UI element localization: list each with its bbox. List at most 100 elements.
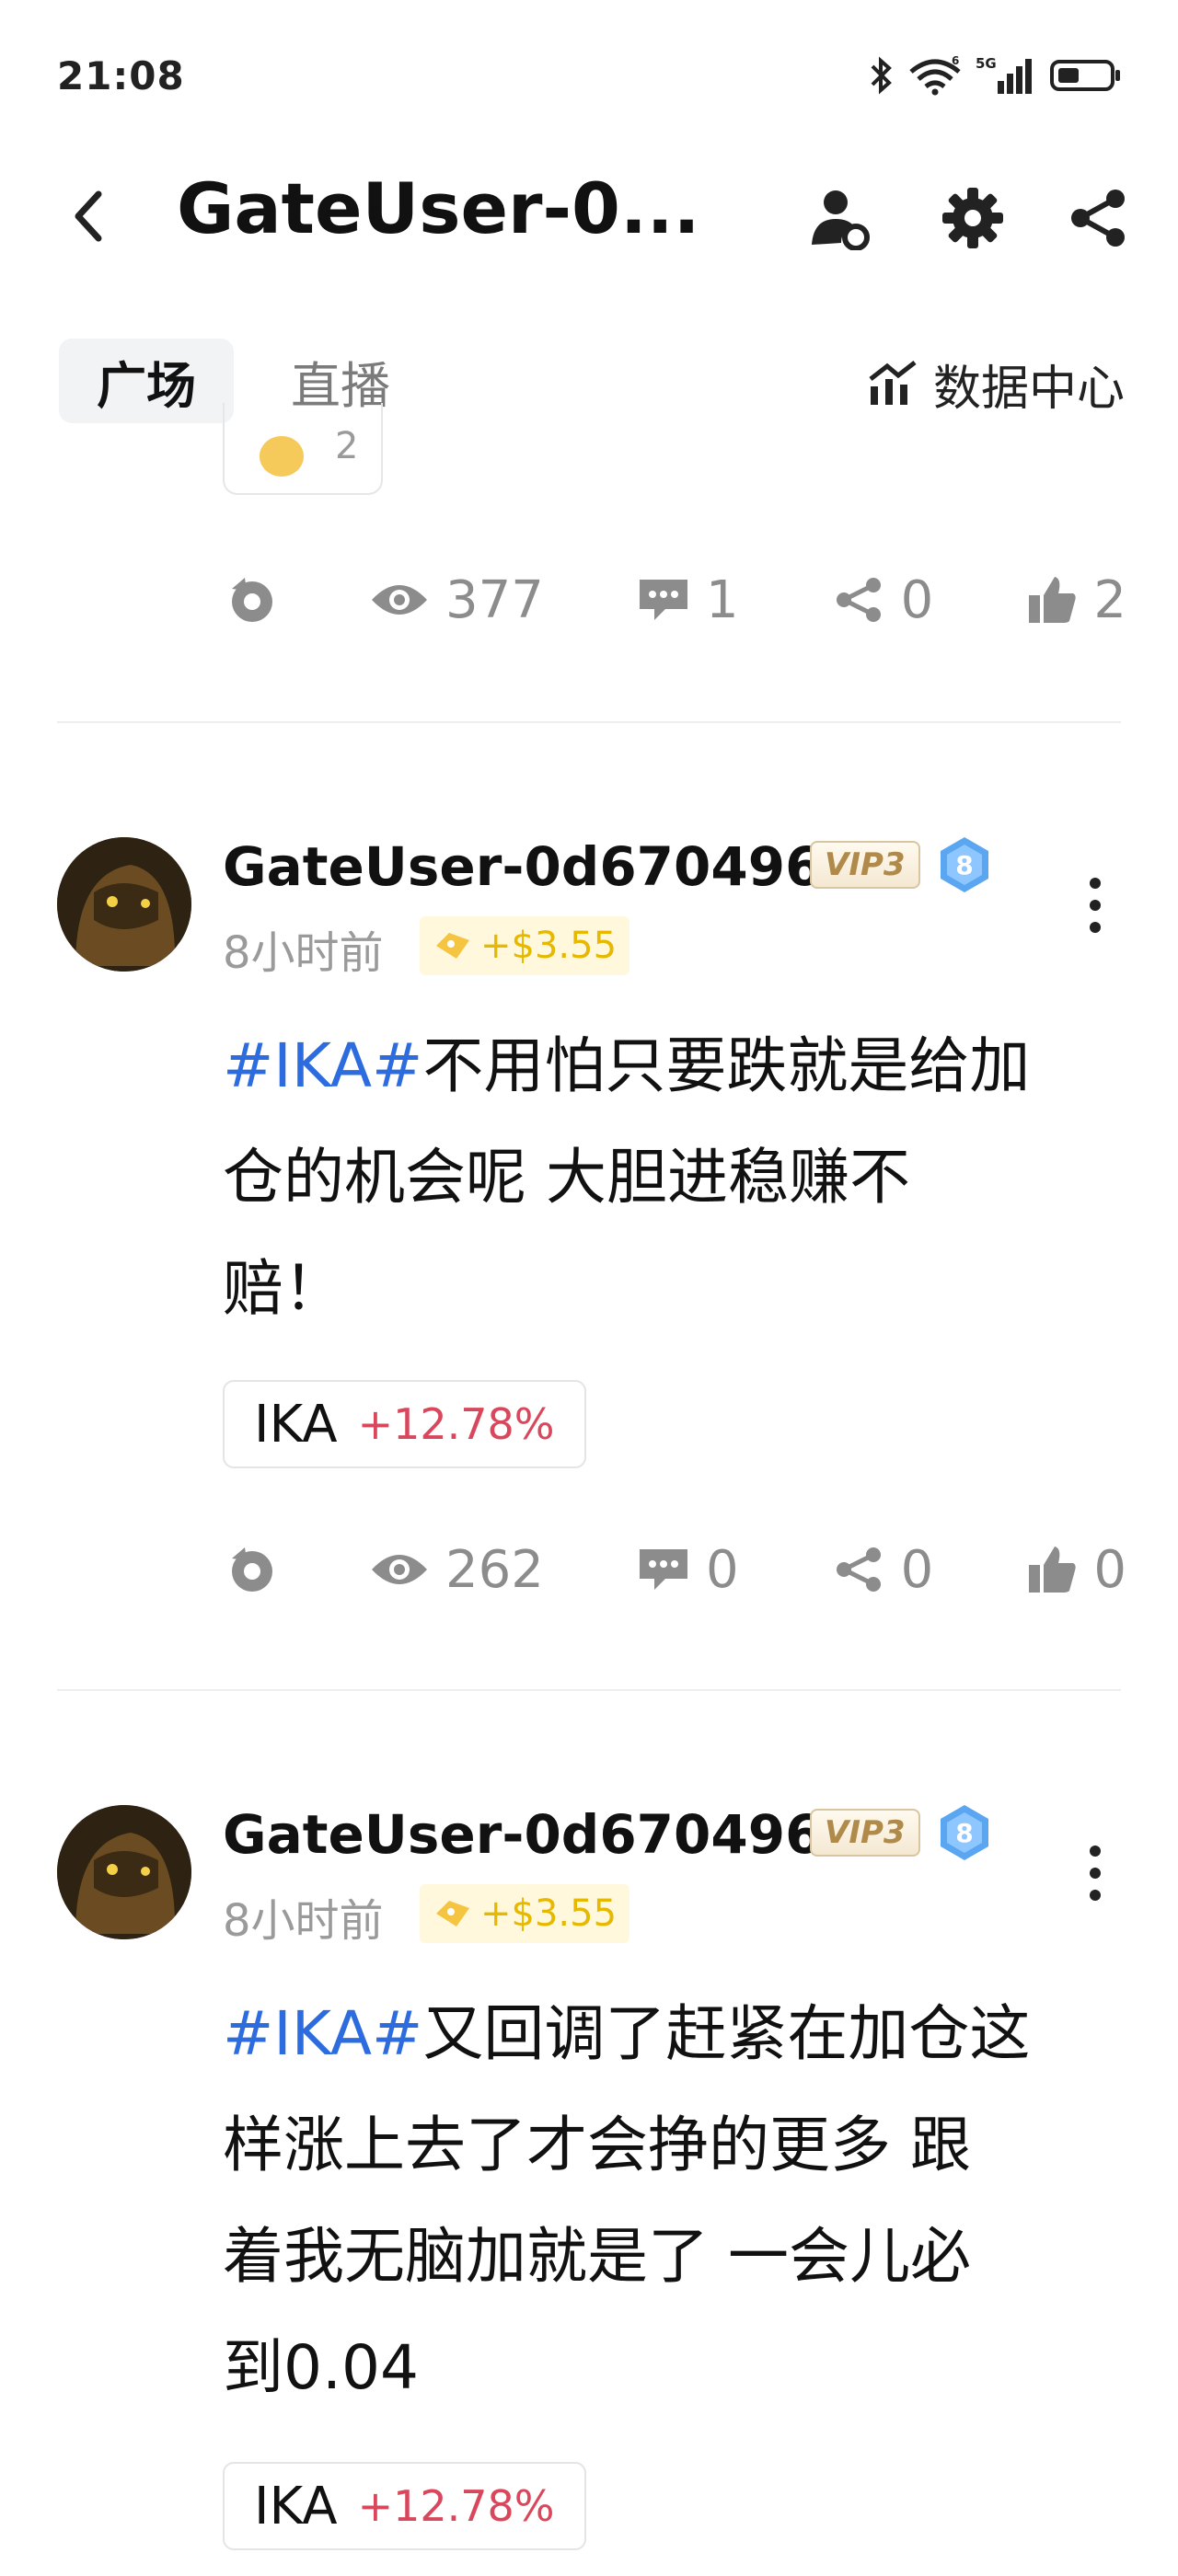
reaction-count: 2 xyxy=(335,425,359,467)
eye-icon xyxy=(372,1555,428,1584)
reaction-chip[interactable]: 2 xyxy=(223,403,383,495)
post-text: 不用怕只要跌就是给加 xyxy=(422,1030,1031,1101)
repost-icon xyxy=(232,578,272,622)
shares-count: 0 xyxy=(900,569,934,630)
share-icon xyxy=(836,578,881,622)
page-title: GateUser-0... xyxy=(177,167,700,249)
comments-count: 0 xyxy=(705,1539,739,1600)
svg-text:8: 8 xyxy=(955,1818,973,1848)
post-time: 8小时前 xyxy=(223,1895,384,1947)
vip-badge: VIP3 xyxy=(810,841,920,889)
hexagon-icon: 8 xyxy=(941,1805,988,1860)
tip-badge: +$3.55 xyxy=(420,1884,630,1943)
chevron-left-icon xyxy=(75,190,102,242)
share-icon xyxy=(836,1547,881,1592)
divider xyxy=(57,721,1121,723)
follow-user-button[interactable] xyxy=(799,177,882,259)
back-button[interactable] xyxy=(55,184,120,248)
token-chip[interactable]: IKA +12.78% xyxy=(223,2462,586,2550)
comments-count: 1 xyxy=(705,569,739,630)
repost-button[interactable] xyxy=(225,574,276,626)
vip-badge: VIP3 xyxy=(810,1809,920,1857)
more-options-button[interactable] xyxy=(1068,1836,1123,1910)
tip-icon xyxy=(436,933,469,959)
dot xyxy=(1090,1846,1101,1857)
level-badge: 8 xyxy=(935,835,994,894)
settings-button[interactable] xyxy=(931,177,1014,259)
views-count: 377 xyxy=(445,569,544,630)
post-actions: 377 1 0 2 xyxy=(225,563,1126,637)
post-username[interactable]: GateUser-0d670496 xyxy=(223,1803,822,1866)
hexagon-icon: 8 xyxy=(941,837,988,892)
comment-icon xyxy=(639,580,687,620)
post-line: 样涨上去了才会挣的更多 跟 xyxy=(223,2110,971,2180)
comment-icon xyxy=(639,1549,687,1590)
post-line: 赔！ xyxy=(223,1253,344,1324)
token-change: +12.78% xyxy=(357,2481,555,2531)
status-time: 21:08 xyxy=(57,53,185,98)
token-chip[interactable]: IKA +12.78% xyxy=(223,1380,586,1468)
avatar-image xyxy=(57,837,191,972)
repost-button[interactable] xyxy=(225,1544,276,1595)
thumbs-up-icon xyxy=(1029,1547,1077,1593)
data-center-label: 数据中心 xyxy=(932,361,1125,417)
clap-emoji-icon xyxy=(260,436,304,477)
dot xyxy=(1090,922,1101,933)
tip-amount: +$3.55 xyxy=(480,925,618,967)
share-post-button[interactable]: 0 xyxy=(833,569,934,630)
svg-text:8: 8 xyxy=(955,850,973,880)
likes-count: 2 xyxy=(1093,569,1126,630)
post-line: #IKA#不用怕只要跌就是给加 xyxy=(223,1010,1125,1121)
signal-icon: 5G xyxy=(976,55,1032,94)
views-counter: 377 xyxy=(370,570,544,630)
avatar-image xyxy=(57,1805,191,1939)
like-button[interactable]: 2 xyxy=(1027,570,1126,630)
comment-button[interactable]: 0 xyxy=(638,1540,739,1600)
post-line: 着我无脑加就是了 一会儿必 xyxy=(223,2221,971,2292)
user-follow-icon xyxy=(812,190,870,250)
more-options-button[interactable] xyxy=(1068,868,1123,942)
gear-icon xyxy=(942,188,1003,248)
divider xyxy=(57,1689,1121,1691)
dot xyxy=(1090,878,1101,889)
tip-amount: +$3.55 xyxy=(480,1892,618,1935)
post-actions: 262 0 0 0 xyxy=(225,1533,1126,1606)
token-change: +12.78% xyxy=(357,1399,555,1449)
tip-badge: +$3.55 xyxy=(420,916,630,975)
eye-icon xyxy=(372,585,428,615)
shares-count: 0 xyxy=(900,1539,934,1600)
svg-text:6: 6 xyxy=(952,55,959,67)
post-content: #IKA#不用怕只要跌就是给加 仓的机会呢 大胆进稳赚不 赔！ xyxy=(223,1010,1125,1344)
tip-icon xyxy=(436,1901,469,1926)
token-name: IKA xyxy=(254,1394,338,1455)
battery-icon xyxy=(1050,60,1120,91)
hashtag-link[interactable]: #IKA# xyxy=(223,1998,422,2069)
data-center-link[interactable]: 数据中心 xyxy=(867,342,1125,425)
avatar[interactable] xyxy=(57,837,191,972)
post-time: 8小时前 xyxy=(223,927,384,979)
share-post-button[interactable]: 0 xyxy=(833,1539,934,1600)
token-name: IKA xyxy=(254,2476,338,2536)
avatar[interactable] xyxy=(57,1805,191,1939)
dot xyxy=(1090,1890,1101,1901)
post-line: 仓的机会呢 大胆进稳赚不 xyxy=(223,1142,910,1213)
tab-square[interactable]: 广场 xyxy=(59,339,234,423)
dot xyxy=(1090,900,1101,911)
views-counter: 262 xyxy=(370,1540,544,1600)
comment-button[interactable]: 1 xyxy=(638,570,739,630)
like-button[interactable]: 0 xyxy=(1027,1540,1126,1600)
share-button[interactable] xyxy=(1057,177,1139,259)
thumbs-up-icon xyxy=(1029,577,1077,623)
post-username[interactable]: GateUser-0d670496 xyxy=(223,835,822,898)
level-badge: 8 xyxy=(935,1803,994,1862)
views-count: 262 xyxy=(445,1539,544,1600)
dot xyxy=(1090,1868,1101,1879)
hashtag-link[interactable]: #IKA# xyxy=(223,1030,422,1101)
bluetooth-icon xyxy=(871,56,892,95)
post-text: 又回调了赶紧在加仓这 xyxy=(422,1998,1031,2069)
wifi-icon: 6 xyxy=(909,55,961,96)
repost-icon xyxy=(232,1547,272,1592)
likes-count: 0 xyxy=(1093,1539,1126,1600)
post-content: #IKA#又回调了赶紧在加仓这 样涨上去了才会挣的更多 跟 着我无脑加就是了 一… xyxy=(223,1978,1125,2423)
post-line: #IKA#又回调了赶紧在加仓这 xyxy=(223,1978,1125,2089)
